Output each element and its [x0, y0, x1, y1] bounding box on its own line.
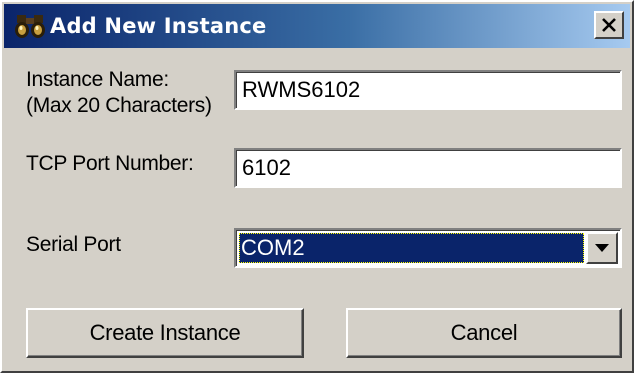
window-title: Add New Instance	[50, 14, 267, 38]
close-icon	[602, 18, 616, 32]
add-instance-dialog: Add New Instance Instance Name: (Max 20 …	[0, 0, 634, 373]
instance-name-label: Instance Name: (Max 20 Characters)	[26, 67, 212, 119]
chevron-down-icon	[595, 244, 609, 252]
title-bar[interactable]: Add New Instance	[4, 4, 630, 48]
dropdown-button[interactable]	[586, 232, 618, 264]
tcp-port-input[interactable]: 6102	[234, 148, 622, 188]
serial-port-label: Serial Port	[26, 233, 121, 256]
serial-port-selected-value: COM2	[239, 233, 584, 263]
close-button[interactable]	[594, 11, 624, 39]
create-instance-button[interactable]: Create Instance	[26, 308, 304, 358]
serial-port-select[interactable]: COM2	[234, 228, 622, 268]
cancel-button[interactable]: Cancel	[346, 308, 622, 358]
tcp-port-label: TCP Port Number:	[26, 152, 194, 175]
instance-name-input[interactable]: RWMS6102	[234, 70, 622, 110]
instance-name-label-line1: Instance Name:	[26, 68, 169, 91]
instance-name-label-line2: (Max 20 Characters)	[26, 94, 212, 117]
binoculars-icon	[14, 11, 48, 41]
